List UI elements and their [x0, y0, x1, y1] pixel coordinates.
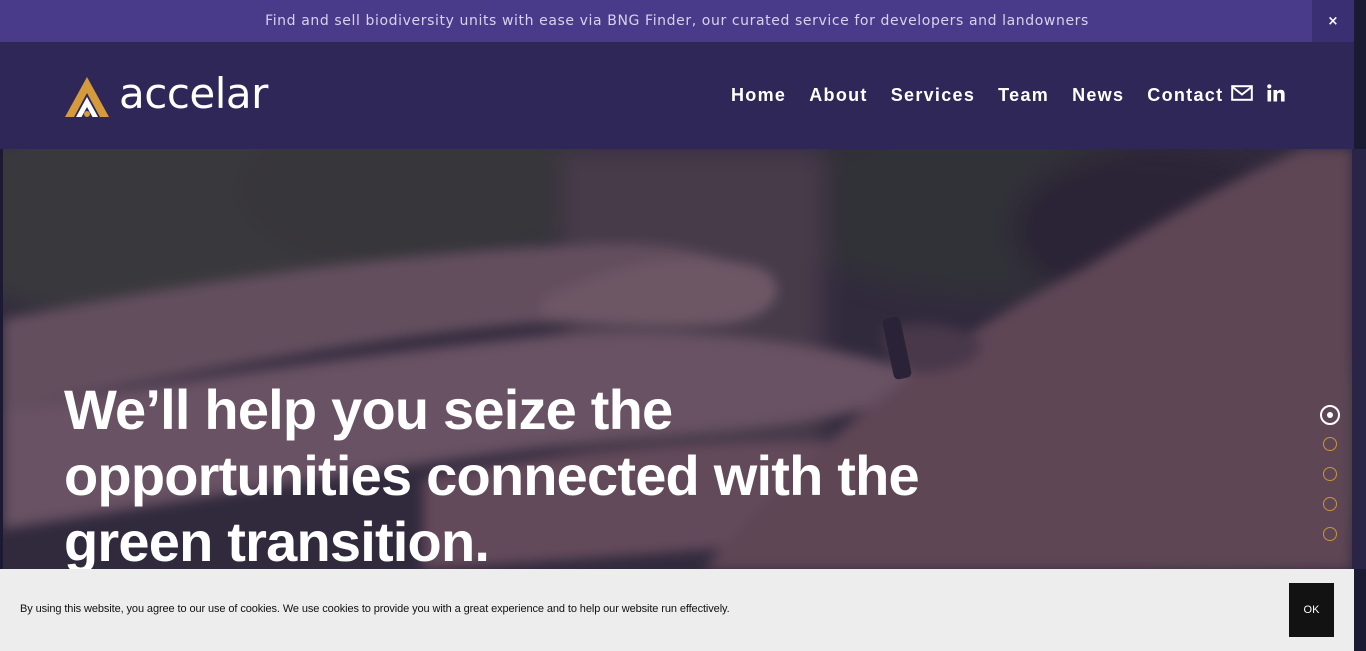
- announcement-close-button[interactable]: ×: [1312, 0, 1354, 42]
- slider-dot-5[interactable]: [1323, 527, 1337, 541]
- mail-link[interactable]: [1231, 85, 1253, 106]
- nav-team[interactable]: Team: [998, 85, 1049, 106]
- linkedin-icon: [1267, 84, 1285, 102]
- site-header: accelar Home About Services Team News Co…: [0, 42, 1354, 149]
- slider-dot-3[interactable]: [1323, 467, 1337, 481]
- cookie-message: By using this website, you agree to our …: [20, 603, 730, 615]
- mail-icon: [1231, 85, 1253, 101]
- announcement-text[interactable]: Find and sell biodiversity units with ea…: [265, 13, 1089, 29]
- nav-home[interactable]: Home: [731, 85, 786, 106]
- logo-link[interactable]: accelar: [63, 73, 268, 119]
- linkedin-link[interactable]: [1267, 84, 1285, 107]
- nav-services[interactable]: Services: [891, 85, 975, 106]
- main-nav: Home About Services Team News Contact: [731, 85, 1223, 106]
- page-scrollbar[interactable]: [1352, 149, 1366, 570]
- hero-title: We’ll help you seize the opportunities c…: [64, 378, 920, 570]
- accelar-logo-icon: [65, 77, 109, 117]
- slider-dot-2[interactable]: [1323, 437, 1337, 451]
- cookie-banner: By using this website, you agree to our …: [0, 569, 1354, 651]
- nav-news[interactable]: News: [1072, 85, 1124, 106]
- nav-about[interactable]: About: [809, 85, 867, 106]
- hero-slider: We’ll help you seize the opportunities c…: [3, 149, 1352, 570]
- page-edge: [1354, 569, 1366, 651]
- slider-dot-1[interactable]: [1320, 405, 1340, 425]
- slider-dot-4[interactable]: [1323, 497, 1337, 511]
- logo-wordmark: accelar: [119, 69, 268, 118]
- social-links: [1231, 84, 1285, 107]
- nav-contact[interactable]: Contact: [1147, 85, 1223, 106]
- announcement-bar: Find and sell biodiversity units with ea…: [0, 0, 1354, 42]
- cookie-ok-button[interactable]: OK: [1289, 583, 1334, 637]
- slider-pagination: [1320, 405, 1340, 557]
